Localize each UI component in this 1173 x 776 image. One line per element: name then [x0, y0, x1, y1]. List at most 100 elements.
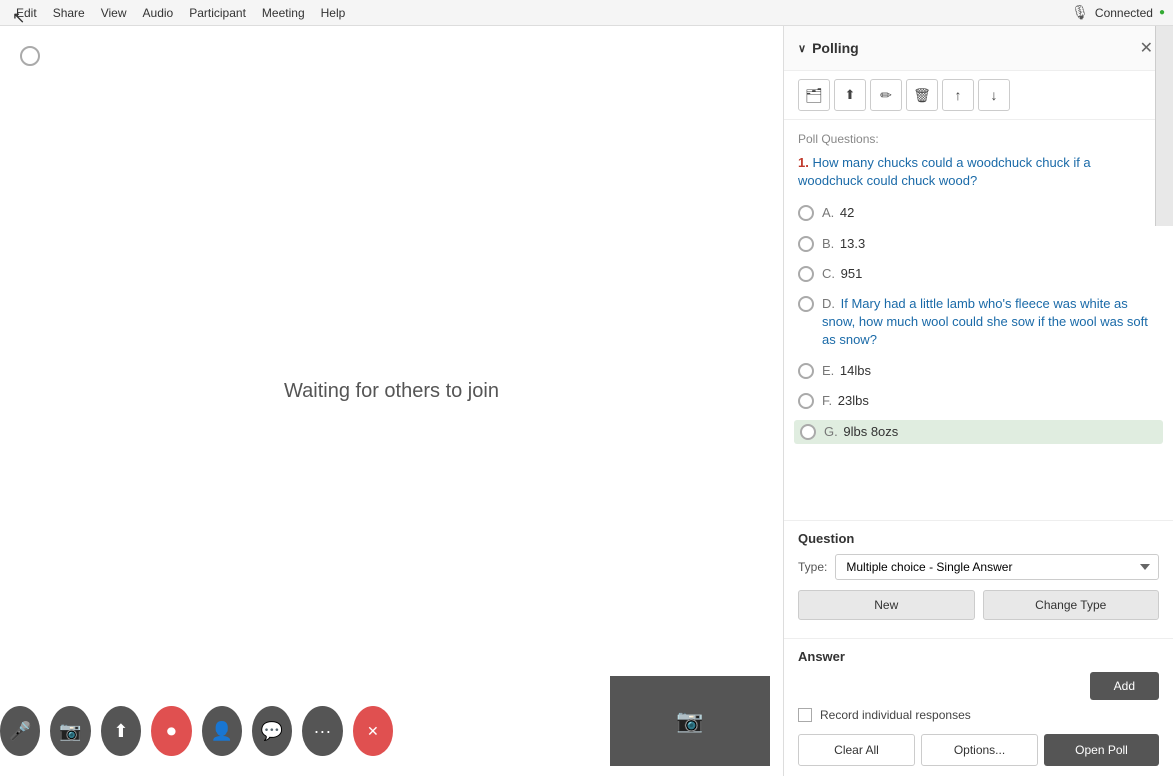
- open-poll-button[interactable]: Open Poll: [1044, 734, 1159, 766]
- new-button[interactable]: New: [798, 590, 975, 620]
- radio-c[interactable]: [798, 266, 814, 282]
- record-checkbox[interactable]: [798, 708, 812, 722]
- panel-header: ∨ Polling ✕: [784, 26, 1173, 71]
- letter-d: D.: [822, 296, 835, 311]
- waiting-text: Waiting for others to join: [284, 380, 499, 403]
- question-btn-row: New Change Type: [798, 590, 1159, 620]
- export-button[interactable]: ⬆: [834, 79, 866, 111]
- more-button[interactable]: ···: [302, 706, 342, 756]
- change-type-button[interactable]: Change Type: [983, 590, 1160, 620]
- edit-button[interactable]: ✏: [870, 79, 902, 111]
- mute-button[interactable]: 🎤: [0, 706, 40, 756]
- radio-e[interactable]: [798, 363, 814, 379]
- clear-all-button[interactable]: Clear All: [798, 734, 915, 766]
- move-up-button[interactable]: ↑: [942, 79, 974, 111]
- letter-g: G.: [824, 424, 838, 439]
- leave-button[interactable]: ✕: [353, 706, 393, 756]
- answer-section: Answer Add Record individual responses C…: [784, 638, 1173, 776]
- answer-label-c: C. 951: [822, 265, 862, 283]
- add-button[interactable]: Add: [1090, 672, 1159, 700]
- letter-f: F.: [822, 393, 832, 408]
- center-area: Waiting for others to join 🎤 📷 ⬆ ⏺ 👤 💬: [0, 26, 783, 776]
- record-label: Record individual responses: [820, 708, 971, 722]
- panel-title: ∨ Polling: [798, 40, 859, 56]
- question-number: 1.: [798, 155, 809, 170]
- menu-view[interactable]: View: [93, 4, 135, 22]
- answer-option-a[interactable]: A. 42: [798, 202, 1159, 224]
- right-edge-panel: [1155, 26, 1173, 226]
- answer-option-f[interactable]: F. 23lbs: [798, 390, 1159, 412]
- video-icon: 📷: [59, 721, 81, 742]
- chat-icon: 💬: [261, 721, 283, 742]
- radio-a[interactable]: [798, 205, 814, 221]
- poll-questions-label: Poll Questions:: [798, 132, 1159, 146]
- answer-label-g: G. 9lbs 8ozs: [824, 423, 898, 441]
- answer-option-b[interactable]: B. 13.3: [798, 233, 1159, 255]
- trash-icon: 🗑: [913, 87, 931, 104]
- radio-f[interactable]: [798, 393, 814, 409]
- leave-icon: ✕: [367, 723, 379, 740]
- video-thumbnail: 📷: [610, 676, 770, 766]
- answer-option-e[interactable]: E. 14lbs: [798, 360, 1159, 382]
- poll-content: Poll Questions: 1. How many chucks could…: [784, 120, 1173, 520]
- answer-text-e: 14lbs: [840, 363, 871, 378]
- radio-g[interactable]: [800, 424, 816, 440]
- answer-label-b: B. 13.3: [822, 235, 865, 253]
- answer-label-f: F. 23lbs: [822, 392, 869, 410]
- menu-bar: ↖ Edit Share View Audio Participant Meet…: [0, 0, 1173, 26]
- share-icon: ⬆: [113, 721, 128, 742]
- main-area: Waiting for others to join 🎤 📷 ⬆ ⏺ 👤 💬: [0, 26, 1173, 776]
- answer-text-d: If Mary had a little lamb who's fleece w…: [822, 296, 1148, 347]
- polling-panel: ∨ Polling ✕ 🗂 ⬆ ✏ 🗑 ↑ ↓: [783, 26, 1173, 776]
- options-button[interactable]: Options...: [921, 734, 1038, 766]
- menu-help[interactable]: Help: [313, 4, 354, 22]
- chat-button[interactable]: 💬: [252, 706, 292, 756]
- type-row: Type: Multiple choice - Single Answer Mu…: [798, 554, 1159, 580]
- menu-share[interactable]: Share: [45, 4, 93, 22]
- letter-e: E.: [822, 363, 834, 378]
- arrow-up-icon: ↑: [955, 87, 962, 103]
- type-label: Type:: [798, 560, 827, 574]
- answer-text-a: 42: [840, 205, 854, 220]
- answer-option-g[interactable]: G. 9lbs 8ozs: [794, 420, 1163, 444]
- connection-status: Connected: [1095, 6, 1153, 20]
- answer-label-a: A. 42: [822, 204, 854, 222]
- polling-title: Polling: [812, 40, 859, 56]
- folder-icon-button[interactable]: 🗂: [798, 79, 830, 111]
- connected-dot: ●: [1159, 7, 1165, 18]
- delete-button[interactable]: 🗑: [906, 79, 938, 111]
- folder-icon: 🗂: [805, 87, 823, 104]
- radio-d[interactable]: [798, 296, 814, 312]
- type-select[interactable]: Multiple choice - Single Answer Multiple…: [835, 554, 1159, 580]
- question-body: How many chucks could a woodchuck chuck …: [798, 155, 1091, 188]
- question-section: Question Type: Multiple choice - Single …: [784, 520, 1173, 638]
- chevron-down-icon: ∨: [798, 42, 806, 55]
- menu-audio[interactable]: Audio: [135, 4, 182, 22]
- record-button[interactable]: ⏺: [151, 706, 191, 756]
- panel-toolbar: 🗂 ⬆ ✏ 🗑 ↑ ↓: [784, 71, 1173, 120]
- pencil-icon: ✏: [880, 87, 892, 104]
- answer-option-d[interactable]: D. If Mary had a little lamb who's fleec…: [798, 293, 1159, 352]
- menu-meeting[interactable]: Meeting: [254, 4, 313, 22]
- bottom-btn-row: Clear All Options... Open Poll: [798, 734, 1159, 766]
- answer-option-c[interactable]: C. 951: [798, 263, 1159, 285]
- question-section-title: Question: [798, 531, 1159, 546]
- arrow-down-icon: ↓: [991, 87, 998, 103]
- answer-text-c: 951: [841, 266, 863, 281]
- letter-a: A.: [822, 205, 834, 220]
- letter-c: C.: [822, 266, 835, 281]
- menu-participant[interactable]: Participant: [181, 4, 254, 22]
- letter-b: B.: [822, 236, 834, 251]
- camera-icon: 📷: [676, 708, 703, 734]
- radio-b[interactable]: [798, 236, 814, 252]
- participants-icon: 👤: [210, 721, 232, 742]
- answer-label-d: D. If Mary had a little lamb who's fleec…: [822, 295, 1159, 350]
- share-button[interactable]: ⬆: [101, 706, 141, 756]
- answer-label-e: E. 14lbs: [822, 362, 871, 380]
- circle-icon: [20, 46, 40, 66]
- question-text: 1. How many chucks could a woodchuck chu…: [798, 154, 1159, 190]
- record-row: Record individual responses: [798, 708, 1159, 722]
- video-button[interactable]: 📷: [50, 706, 90, 756]
- move-down-button[interactable]: ↓: [978, 79, 1010, 111]
- participants-button[interactable]: 👤: [202, 706, 242, 756]
